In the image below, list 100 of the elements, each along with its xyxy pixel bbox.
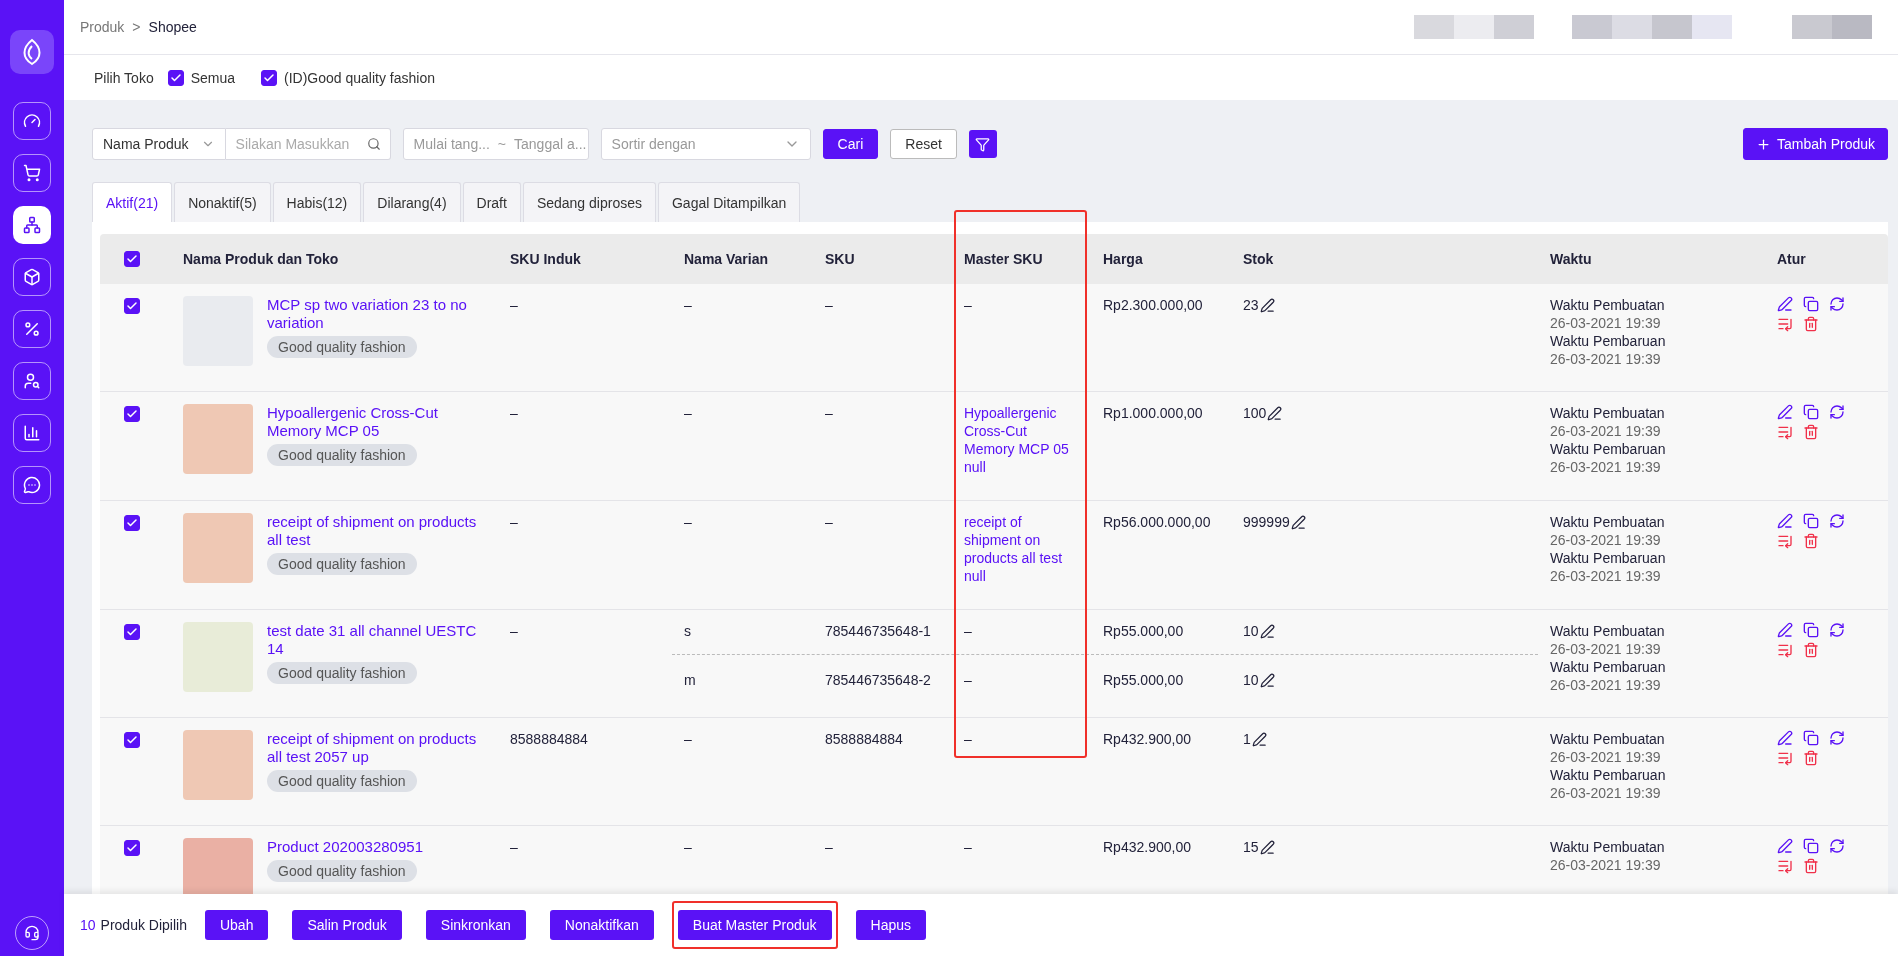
checkbox[interactable] xyxy=(261,69,278,86)
edit-icon[interactable] xyxy=(1777,730,1793,746)
table-cell-text: Rp1.000.000,00 xyxy=(1102,404,1204,423)
checkbox[interactable] xyxy=(167,69,184,86)
checkbox[interactable] xyxy=(124,515,140,531)
delete-icon[interactable] xyxy=(1803,316,1819,332)
table-cell-text: – xyxy=(963,296,973,314)
toolbar-button[interactable]: Cari xyxy=(822,129,879,159)
product-name-link[interactable]: test date 31 all channel UESTC 14 xyxy=(267,622,482,658)
redacted-block xyxy=(1692,15,1732,39)
edit-icon[interactable] xyxy=(1259,623,1275,639)
delete-icon[interactable] xyxy=(1803,424,1819,440)
copy-icon[interactable] xyxy=(1803,513,1819,529)
shop-tag: Good quality fashion xyxy=(267,336,417,358)
photo-placeholder xyxy=(183,730,253,800)
edit-icon[interactable] xyxy=(1251,731,1267,747)
delete-icon[interactable] xyxy=(1803,750,1819,766)
edit-icon[interactable] xyxy=(1777,838,1793,854)
time-label: Waktu Pembaruan xyxy=(1550,766,1667,784)
tab[interactable]: Sedang diproses xyxy=(522,182,656,222)
edit-icon[interactable] xyxy=(1777,513,1793,529)
list-icon[interactable] xyxy=(1777,316,1793,332)
checkbox[interactable] xyxy=(124,406,140,422)
nav-button[interactable] xyxy=(13,310,51,348)
tab[interactable]: Aktif(21) xyxy=(92,182,173,222)
edit-icon[interactable] xyxy=(1259,297,1275,313)
checkbox[interactable] xyxy=(124,732,140,748)
product-name-link[interactable]: receipt of shipment on products all test 2057 up xyxy=(267,730,482,766)
bulk-action-button[interactable]: Buat Master Produk xyxy=(677,910,832,940)
breadcrumb-item[interactable]: Produk xyxy=(80,19,125,35)
nav-button[interactable] xyxy=(13,206,51,244)
redacted-block xyxy=(1572,15,1612,39)
percent-icon xyxy=(23,320,41,338)
toolbar-button[interactable]: Reset xyxy=(890,129,957,159)
sync-icon[interactable] xyxy=(1829,404,1845,420)
tab[interactable]: Draft xyxy=(462,182,521,222)
checkbox[interactable] xyxy=(124,624,140,640)
bulk-action-button[interactable]: Salin Produk xyxy=(292,910,402,940)
copy-icon[interactable] xyxy=(1803,296,1819,312)
master-sku-link[interactable]: Hypoallergenic Cross-Cut Memory MCP 05 null xyxy=(952,404,1091,476)
column-header: Harga xyxy=(1102,250,1144,269)
filter-icon xyxy=(975,136,991,152)
delete-icon[interactable] xyxy=(1803,533,1819,549)
nav-button[interactable] xyxy=(13,466,51,504)
copy-icon[interactable] xyxy=(1803,730,1819,746)
nav-button[interactable] xyxy=(13,414,51,452)
product-name-link[interactable]: MCP sp two variation 23 to no variation xyxy=(267,296,482,332)
checkbox[interactable] xyxy=(124,298,140,314)
edit-icon[interactable] xyxy=(1290,514,1306,530)
search-field[interactable]: Silakan Masukkan xyxy=(225,128,391,160)
list-icon[interactable] xyxy=(1777,642,1793,658)
copy-icon[interactable] xyxy=(1803,404,1819,420)
edit-icon[interactable] xyxy=(1777,296,1793,312)
product-name-link[interactable]: receipt of shipment on products all test xyxy=(267,513,482,549)
edit-icon[interactable] xyxy=(1259,839,1275,855)
filter-button[interactable] xyxy=(968,130,997,158)
checkbox[interactable] xyxy=(124,840,140,856)
nav-button[interactable] xyxy=(13,362,51,400)
bulk-action-button[interactable]: Nonaktifkan xyxy=(549,910,654,940)
table-cell-text: – xyxy=(683,730,693,748)
sync-icon[interactable] xyxy=(1829,296,1845,312)
product-name-link[interactable]: Hypoallergenic Cross-Cut Memory MCP 05 xyxy=(267,404,482,440)
time-value: 26-03-2021 19:39 xyxy=(1550,748,1662,766)
copy-icon[interactable] xyxy=(1803,838,1819,854)
list-icon[interactable] xyxy=(1777,533,1793,549)
stock-value: 999999 xyxy=(1243,513,1290,531)
bulk-action-button[interactable]: Ubah xyxy=(204,910,269,940)
time-label: Waktu Pembuatan xyxy=(1550,622,1666,640)
copy-icon[interactable] xyxy=(1803,622,1819,638)
checkbox[interactable] xyxy=(124,251,140,267)
delete-icon[interactable] xyxy=(1803,642,1819,658)
nav-button[interactable] xyxy=(13,258,51,296)
tab[interactable]: Gagal Ditampilkan xyxy=(657,182,801,222)
sync-icon[interactable] xyxy=(1829,730,1845,746)
tab[interactable]: Nonaktif(5) xyxy=(174,182,271,222)
list-icon[interactable] xyxy=(1777,424,1793,440)
time-value: 26-03-2021 19:39 xyxy=(1550,856,1662,874)
edit-icon[interactable] xyxy=(1267,405,1283,421)
bulk-action-button[interactable]: Sinkronkan xyxy=(425,910,526,940)
bulk-action-button[interactable]: Hapus xyxy=(855,910,926,940)
edit-icon[interactable] xyxy=(1777,622,1793,638)
delete-icon[interactable] xyxy=(1803,858,1819,874)
edit-icon[interactable] xyxy=(1259,672,1275,688)
sync-icon[interactable] xyxy=(1829,838,1845,854)
field-select[interactable]: Nama Produk xyxy=(92,128,226,160)
list-icon[interactable] xyxy=(1777,750,1793,766)
tab[interactable]: Dilarang(4) xyxy=(363,182,461,222)
add-product-button[interactable]: Tambah Produk xyxy=(1742,128,1888,160)
nav-button[interactable] xyxy=(13,154,51,192)
sync-icon[interactable] xyxy=(1829,513,1845,529)
list-icon[interactable] xyxy=(1777,858,1793,874)
sync-icon[interactable] xyxy=(1829,622,1845,638)
gauge-icon xyxy=(23,112,41,130)
product-name-link[interactable]: Product 202003280951 xyxy=(267,838,423,856)
nav-button[interactable] xyxy=(13,102,51,140)
edit-icon[interactable] xyxy=(1777,404,1793,420)
stock-value: 1 xyxy=(1243,730,1251,748)
breadcrumb-item[interactable]: Shopee xyxy=(148,19,197,35)
tab[interactable]: Habis(12) xyxy=(272,182,362,222)
master-sku-link[interactable]: receipt of shipment on products all test null xyxy=(952,513,1091,585)
